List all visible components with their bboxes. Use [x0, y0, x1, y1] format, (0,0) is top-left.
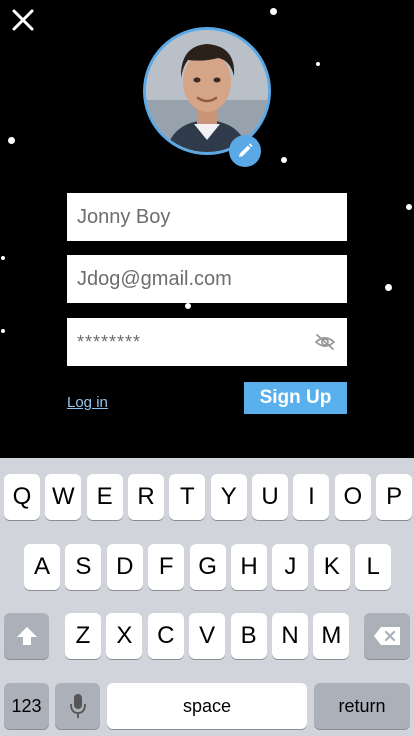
key-z[interactable]: Z: [65, 613, 101, 659]
microphone-icon: [69, 694, 86, 718]
key-w[interactable]: W: [45, 474, 82, 520]
star-decoration: [185, 303, 191, 309]
key-l[interactable]: L: [355, 544, 392, 590]
key-f[interactable]: F: [148, 544, 185, 590]
key-r[interactable]: R: [128, 474, 165, 520]
key-i[interactable]: I: [293, 474, 330, 520]
email-input[interactable]: [77, 267, 337, 291]
key-t[interactable]: T: [169, 474, 206, 520]
return-key[interactable]: return: [314, 683, 410, 729]
edit-photo-button[interactable]: [229, 135, 261, 167]
key-e[interactable]: E: [86, 474, 123, 520]
avatar-image: [146, 30, 268, 152]
profile-photo: [143, 27, 271, 167]
key-d[interactable]: D: [106, 544, 143, 590]
key-p[interactable]: P: [376, 474, 413, 520]
key-b[interactable]: B: [230, 613, 267, 659]
key-y[interactable]: Y: [210, 474, 247, 520]
close-icon: [12, 9, 34, 31]
key-q[interactable]: Q: [4, 474, 40, 520]
key-o[interactable]: O: [334, 474, 371, 520]
dictation-key[interactable]: [55, 683, 100, 729]
star-decoration: [316, 62, 320, 66]
signup-button[interactable]: Sign Up: [244, 382, 347, 414]
space-key[interactable]: space: [107, 683, 307, 729]
login-link[interactable]: Log in: [67, 394, 108, 411]
key-n[interactable]: N: [272, 613, 308, 659]
key-j[interactable]: J: [272, 544, 309, 590]
signup-screen: Log in Sign Up QWERTYUIOP ASDFGHJKL ZXCV…: [0, 0, 414, 736]
email-field[interactable]: [67, 255, 347, 303]
numbers-key[interactable]: 123: [4, 683, 49, 729]
star-decoration: [1, 329, 5, 333]
star-decoration: [385, 284, 392, 291]
star-decoration: [281, 157, 287, 163]
on-screen-keyboard: QWERTYUIOP ASDFGHJKL ZXCVBNM 123 space r…: [0, 458, 414, 736]
name-field[interactable]: [67, 193, 347, 241]
key-g[interactable]: G: [189, 544, 226, 590]
star-decoration: [406, 204, 412, 210]
eye-slash-icon[interactable]: [313, 330, 337, 354]
key-h[interactable]: H: [231, 544, 267, 590]
shift-key[interactable]: [4, 613, 49, 659]
key-m[interactable]: M: [313, 613, 350, 659]
key-a[interactable]: A: [24, 544, 60, 590]
star-decoration: [1, 256, 5, 260]
key-v[interactable]: V: [189, 613, 226, 659]
shift-arrow-icon: [16, 627, 37, 645]
key-u[interactable]: U: [252, 474, 289, 520]
password-field[interactable]: [67, 318, 347, 366]
key-c[interactable]: C: [147, 613, 184, 659]
key-k[interactable]: K: [313, 544, 350, 590]
star-decoration: [270, 8, 277, 15]
name-input[interactable]: [77, 205, 337, 229]
key-x[interactable]: X: [106, 613, 143, 659]
key-s[interactable]: S: [65, 544, 102, 590]
backspace-icon: [374, 627, 400, 645]
password-input[interactable]: [77, 331, 313, 353]
star-decoration: [8, 137, 15, 144]
pencil-icon: [239, 143, 253, 157]
delete-key[interactable]: [364, 613, 410, 659]
close-button[interactable]: [10, 7, 36, 33]
